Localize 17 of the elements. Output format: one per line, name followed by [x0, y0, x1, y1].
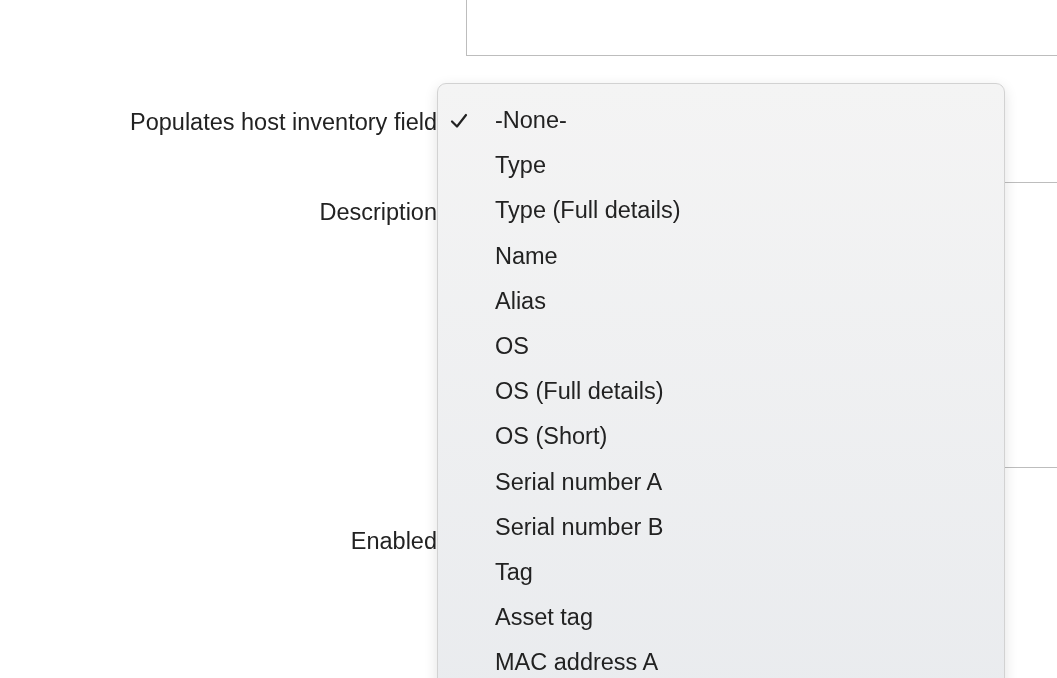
- menu-option[interactable]: -None-: [438, 98, 1004, 144]
- menu-option[interactable]: MAC address A: [438, 640, 1004, 678]
- field-label: Populates host inventory field: [129, 108, 437, 136]
- menu-option[interactable]: Serial number B: [438, 504, 1004, 550]
- menu-option[interactable]: OS: [438, 323, 1004, 370]
- menu-option[interactable]: OS (Short): [438, 414, 1004, 460]
- menu-option[interactable]: Tag: [438, 549, 1004, 596]
- menu-option[interactable]: OS (Full details): [438, 369, 1004, 415]
- textarea-field[interactable]: [466, 0, 1057, 56]
- menu-option[interactable]: Name: [438, 233, 1004, 279]
- menu-option[interactable]: Type (Full details): [438, 188, 1004, 234]
- menu-option[interactable]: Type: [438, 143, 1004, 189]
- menu-option[interactable]: Alias: [438, 278, 1004, 324]
- menu-option[interactable]: Serial number A: [438, 459, 1004, 505]
- field-label: Description: [318, 198, 437, 226]
- menu-option[interactable]: Asset tag: [438, 595, 1004, 641]
- field-label: Enabled: [349, 527, 437, 555]
